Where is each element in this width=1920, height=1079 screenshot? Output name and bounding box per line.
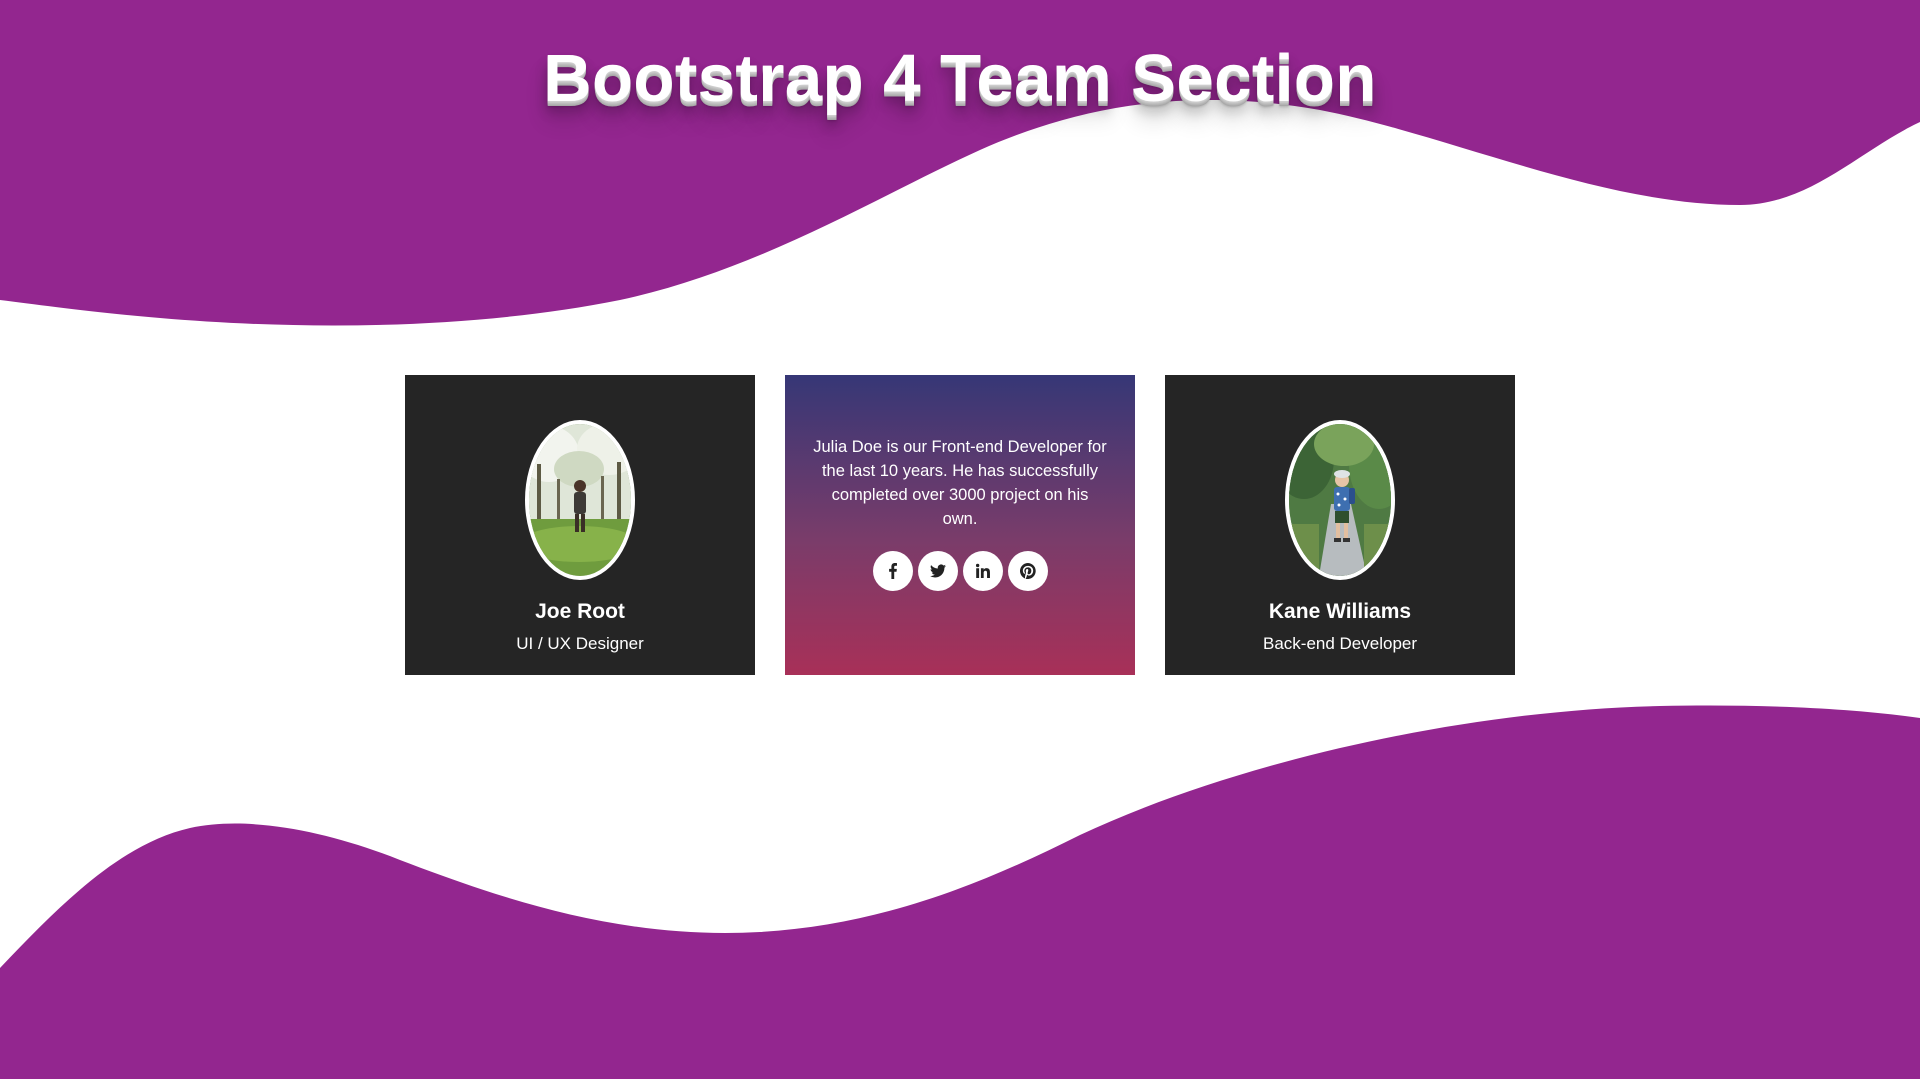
linkedin-link[interactable] [962,551,1003,591]
team-cards-row: Joe Root UI / UX Designer Julia Doe is o… [405,375,1515,675]
twitter-link[interactable] [917,551,958,591]
bottom-wave [0,705,1920,1079]
page-title: Bootstrap 4 Team Section [543,41,1377,116]
team-card-julia-doe[interactable]: Julia Doe is our Front-end Developer for… [785,375,1135,675]
member-role: UI / UX Designer [516,634,644,653]
team-card-joe-root[interactable]: Joe Root UI / UX Designer [405,375,755,675]
social-links [872,551,1048,591]
pinterest-icon [1019,563,1036,579]
member-name: Joe Root [535,600,625,623]
linkedin-icon [975,563,990,578]
member-avatar-photo [525,420,635,580]
member-bio: Julia Doe is our Front-end Developer for… [813,438,1107,528]
team-card-kane-williams[interactable]: Kane Williams Back-end Developer [1165,375,1515,675]
pinterest-link[interactable] [1007,551,1048,591]
member-role: Back-end Developer [1262,634,1418,653]
facebook-link[interactable] [872,551,913,591]
member-avatar-photo [1285,420,1395,580]
twitter-icon [929,564,946,578]
facebook-icon [888,563,897,579]
member-name: Kane Williams [1268,600,1412,623]
